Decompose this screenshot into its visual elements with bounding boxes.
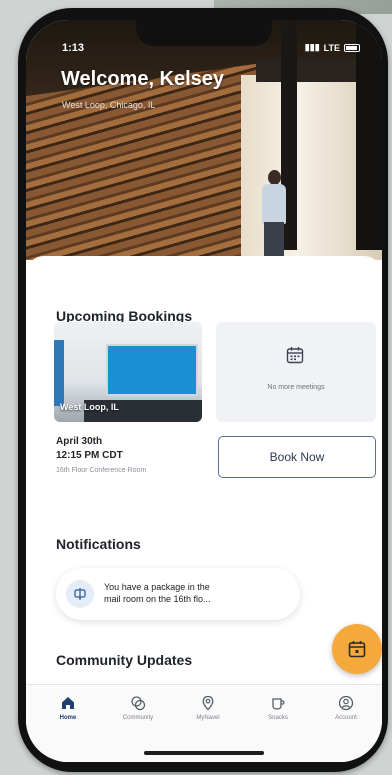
bottom-tab-bar: Home Community MyNavel Snacks Account — [26, 684, 382, 762]
tab-home[interactable]: Home — [38, 695, 98, 721]
booking-time: 12:15 PM CDT — [56, 450, 123, 461]
cup-icon — [272, 698, 285, 710]
welcome-heading: Welcome, Kelsey — [61, 68, 225, 90]
home-icon — [62, 697, 74, 709]
map-pin-icon — [202, 695, 214, 711]
booking-photo-card[interactable]: West Loop, IL — [54, 322, 202, 422]
book-calendar-fab-button[interactable] — [332, 624, 382, 674]
community-updates-title: Community Updates — [56, 652, 193, 668]
content-sheet: Upcoming Bookings West Loop, IL No more … — [26, 256, 382, 762]
booking-date: April 30th — [56, 436, 103, 447]
status-bar: 1:13 ▮▮▮ LTE — [26, 42, 382, 58]
signal-icon: ▮▮▮ — [304, 42, 320, 52]
book-now-button[interactable]: Book Now — [218, 436, 376, 478]
person-figure — [258, 170, 290, 260]
notification-card[interactable]: You have a package in the mail room on t… — [56, 568, 300, 620]
notifications-title: Notifications — [56, 536, 141, 552]
tab-account[interactable]: Account — [316, 695, 376, 721]
no-meetings-card: No more meetings — [216, 322, 376, 422]
booking-room: 16th Floor Conference Room — [56, 467, 147, 474]
booking-location-label: West Loop, IL — [60, 402, 119, 412]
tab-community[interactable]: Community — [108, 695, 168, 721]
location-label[interactable]: West Loop, Chicago, IL — [62, 100, 155, 110]
no-meetings-text: No more meetings — [267, 384, 325, 391]
community-icon — [131, 696, 146, 711]
battery-icon — [344, 43, 360, 52]
calendar-add-icon — [348, 641, 366, 658]
tab-mynavel[interactable]: MyNavel — [178, 695, 238, 721]
app-screen: 1:13 ▮▮▮ LTE Welcome, Kelsey West Loop, … — [26, 20, 382, 762]
notification-line-2: mail room on the 16th flo... — [104, 594, 211, 604]
notification-line-1: You have a package in the — [104, 582, 210, 592]
carrier-label: LTE — [323, 42, 340, 53]
calendar-icon — [286, 347, 304, 364]
status-time: 1:13 — [62, 42, 85, 54]
account-icon — [338, 695, 354, 711]
home-indicator — [144, 751, 264, 755]
tab-snacks[interactable]: Snacks — [248, 695, 308, 721]
package-icon — [66, 580, 94, 608]
